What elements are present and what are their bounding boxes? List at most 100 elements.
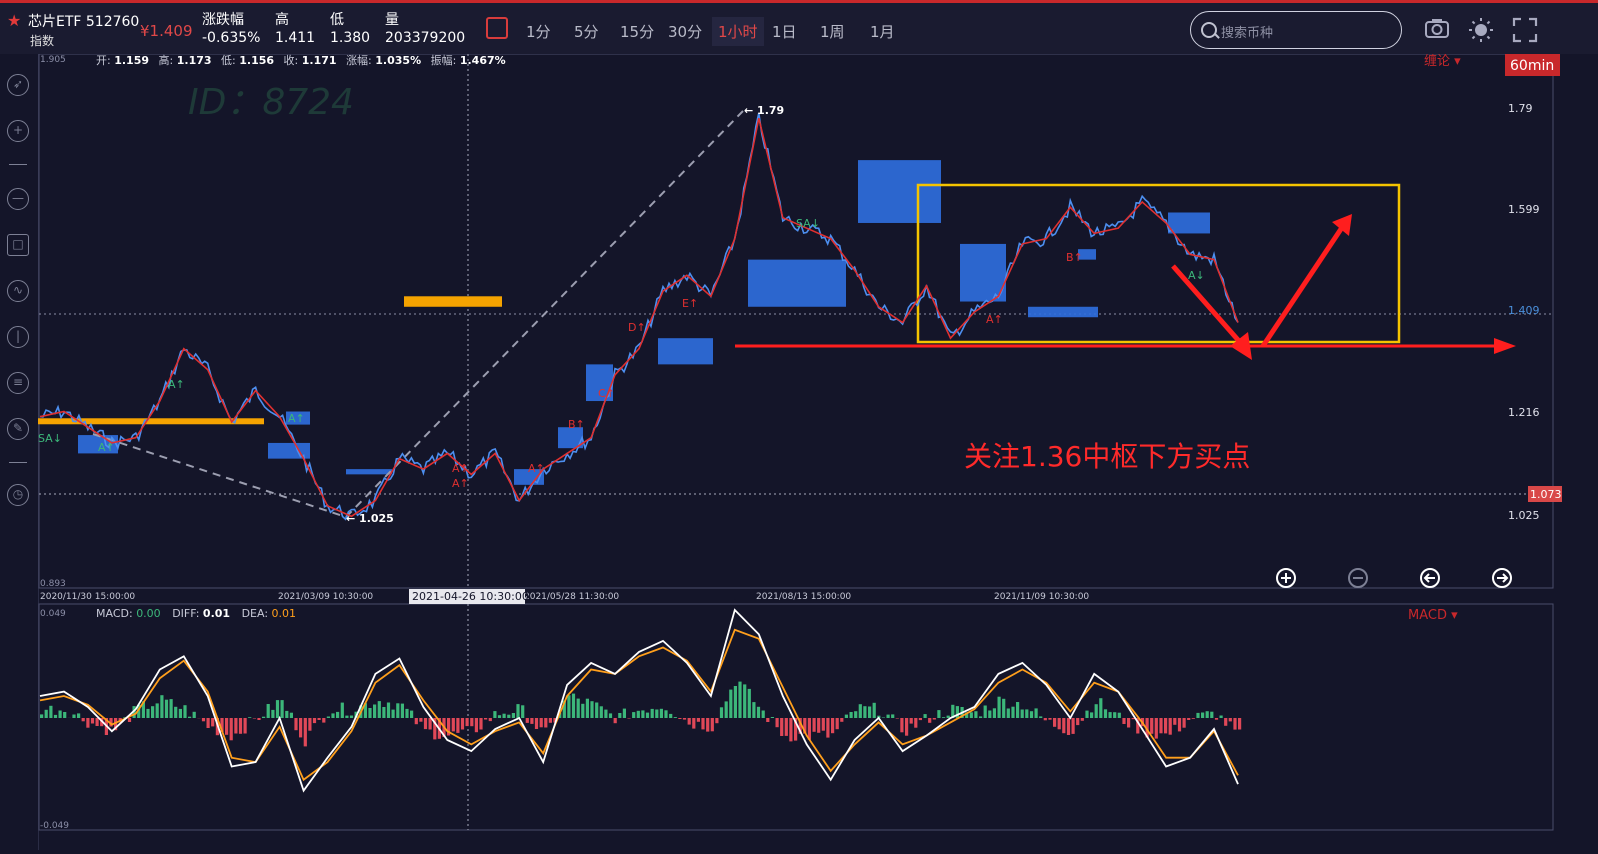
macd-bar — [988, 711, 991, 719]
macd-bar — [646, 713, 649, 718]
macd-bar — [544, 718, 547, 728]
x-tick: 2021/08/13 15:00:00 — [756, 592, 851, 602]
macd-bar — [1192, 718, 1195, 719]
change-value: -0.635% — [202, 30, 260, 46]
x-axis: 2020/11/30 15:00:00 2021/03/09 10:30:00 … — [40, 592, 1089, 602]
drawing-square-button[interactable] — [486, 17, 508, 39]
tab-1week[interactable]: 1周 — [820, 21, 845, 42]
macd-bar — [1238, 718, 1241, 730]
macd-bar — [1196, 713, 1199, 718]
macd-bar — [873, 703, 876, 718]
vertical-line-tool-icon[interactable]: | — [7, 326, 29, 348]
rectangle-tool-icon[interactable]: □ — [7, 234, 29, 256]
macd-bar — [373, 705, 376, 719]
curve-tool-icon[interactable]: ∿ — [7, 280, 29, 302]
line-tool-icon[interactable]: — — [7, 188, 29, 210]
macd-bar — [1233, 718, 1236, 730]
fib-tool-icon[interactable]: ≡ — [7, 372, 29, 394]
macd-bar — [549, 718, 552, 723]
search-box[interactable]: 搜索币种 — [1190, 11, 1402, 49]
macd-bar — [776, 718, 779, 727]
macd-bar — [979, 716, 982, 718]
macd-bar — [1183, 718, 1186, 728]
macd-bar — [424, 718, 427, 729]
star-icon[interactable]: ★ — [7, 11, 21, 30]
chart-area[interactable]: ID：8724 SA↓A↑A↑A↑A↑A↑A↑B↑C↑D↑E↑SA↓A↑B↑A↓… — [38, 54, 1598, 850]
macd-bar — [845, 715, 848, 718]
macd-bar — [331, 713, 334, 718]
macd-bar — [230, 718, 233, 740]
macd-bar — [678, 718, 681, 719]
arrow-right-icon[interactable] — [1493, 569, 1511, 587]
ymin-label: 0.893 — [40, 579, 66, 589]
macd-bar — [368, 708, 371, 718]
macd-bar — [974, 711, 977, 718]
camera-icon[interactable] — [1424, 17, 1450, 45]
macd-bar — [836, 718, 839, 729]
macd-bar — [313, 718, 316, 723]
macd-bar — [262, 717, 265, 718]
macd-bar — [1090, 712, 1093, 718]
macd-bar — [660, 709, 663, 718]
macd-bar — [567, 695, 570, 718]
zoom-out-icon[interactable] — [1349, 569, 1367, 587]
macd-bar — [632, 712, 635, 718]
y-axis: 1.79 1.599 1.409 1.216 1.025 — [1508, 102, 1540, 522]
macd-top-value: 0.049 — [40, 609, 66, 619]
macd-bar — [688, 718, 691, 725]
macd-bar — [1048, 718, 1051, 720]
macd-bar — [609, 713, 612, 718]
macd-bar — [572, 694, 575, 718]
macd-bar — [257, 718, 260, 720]
tab-1hour[interactable]: 1小时 — [712, 17, 764, 46]
macd-bar — [1215, 718, 1218, 720]
search-input[interactable]: 搜索币种 — [1221, 22, 1273, 41]
extreme-high-label: ← 1.79 — [744, 104, 784, 117]
sun-icon[interactable] — [1468, 17, 1494, 49]
indicator-selector[interactable]: 缠论 ▾ — [1424, 54, 1461, 69]
macd-bar — [748, 689, 751, 718]
arrow-left-icon[interactable] — [1421, 569, 1439, 587]
macd-bar — [452, 718, 455, 731]
macd-bar — [1067, 718, 1070, 735]
macd-bar — [1122, 718, 1125, 724]
crosshair-tool-icon[interactable]: + — [7, 120, 29, 142]
clock-tool-icon[interactable]: ◷ — [7, 484, 29, 506]
pen-tool-icon[interactable]: ✎ — [7, 418, 29, 440]
macd-bar — [59, 711, 62, 719]
tab-1month[interactable]: 1月 — [870, 21, 895, 42]
macd-bar — [207, 718, 210, 728]
tab-1min[interactable]: 1分 — [526, 21, 551, 42]
macd-bar — [900, 718, 903, 732]
down-arrow-line — [1173, 266, 1246, 349]
pointer-tool-icon[interactable]: ➶ — [7, 74, 29, 96]
fullscreen-icon[interactable] — [1512, 17, 1538, 49]
macd-bar — [179, 709, 182, 718]
signal-label: E↑ — [682, 297, 698, 310]
macd-bar — [734, 686, 737, 718]
macd-bar — [239, 718, 242, 734]
macd-bar — [840, 718, 843, 722]
macd-bar — [817, 718, 820, 733]
macd-bar — [1058, 718, 1061, 729]
tab-15min[interactable]: 15分 — [620, 21, 654, 42]
macd-bar — [128, 718, 131, 722]
tab-30min[interactable]: 30分 — [668, 21, 702, 42]
macd-bar — [475, 718, 478, 732]
macd-bar — [1007, 709, 1010, 719]
macd-bar — [590, 701, 593, 718]
macd-bar — [1113, 712, 1116, 718]
macd-bar — [188, 717, 191, 718]
macd-bar — [535, 718, 538, 729]
macd-bar — [752, 702, 755, 718]
tab-5min[interactable]: 5分 — [574, 21, 599, 42]
macd-bar — [387, 703, 390, 719]
macd-indicator-selector[interactable]: MACD ▾ — [1408, 608, 1458, 623]
zoom-in-icon[interactable] — [1277, 569, 1295, 587]
tab-1day[interactable]: 1日 — [772, 21, 797, 42]
macd-bar — [86, 718, 89, 728]
macd-bar — [706, 718, 709, 732]
x-tick: 2021/05/28 11:30:00 — [524, 592, 619, 602]
macd-bar — [234, 718, 237, 734]
macd-bar — [600, 706, 603, 718]
